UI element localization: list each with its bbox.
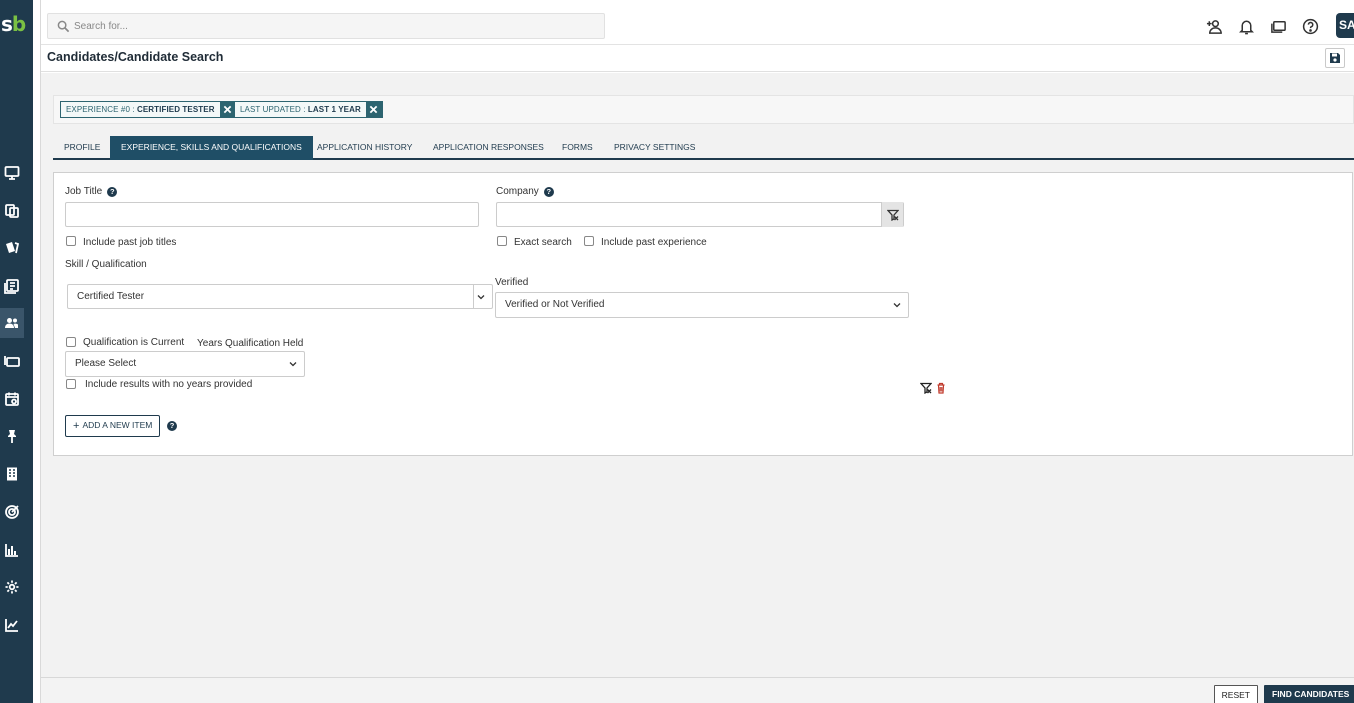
delete-row-trash-icon[interactable] <box>935 382 947 394</box>
tab-experience-skills-qualifications[interactable]: EXPERIENCE, SKILLS AND QUALIFICATIONS <box>110 136 313 160</box>
help-icon[interactable]: ? <box>107 187 118 197</box>
windows-icon[interactable] <box>1268 16 1288 36</box>
years-qualification-held-label: Years Qualification Held <box>197 338 304 349</box>
verified-value: Verified or Not Verified <box>505 299 605 310</box>
exact-search-checkbox[interactable] <box>497 236 507 246</box>
logo-letter-s: s <box>1 12 13 36</box>
skill-qualification-value: Certified Tester <box>77 291 145 302</box>
help-icon[interactable]: ? <box>167 421 177 431</box>
tab-forms[interactable]: FORMS <box>551 136 604 160</box>
main-content: EXPERIENCE #0 : CERTIFIED TESTER LAST UP… <box>41 73 1354 677</box>
help-icon[interactable]: ? <box>543 187 554 197</box>
verified-label: Verified <box>495 277 529 288</box>
nav-documents-icon[interactable] <box>0 196 24 226</box>
verified-select[interactable]: Verified or Not Verified <box>495 292 909 318</box>
save-search-button[interactable] <box>1325 48 1345 68</box>
chevron-down-icon <box>477 295 485 300</box>
action-footer: RESET FIND CANDIDATES <box>41 677 1354 703</box>
years-qualification-held-select[interactable]: Please Select <box>65 351 305 377</box>
title-bar: Candidates/Candidate Search <box>41 45 1354 72</box>
help-circle-icon[interactable] <box>1300 16 1320 36</box>
tab-profile[interactable]: PROFILE <box>53 136 111 160</box>
close-icon <box>370 105 378 114</box>
company-input[interactable] <box>496 202 904 227</box>
search-input[interactable] <box>74 17 594 35</box>
nav-pin-icon[interactable] <box>0 421 24 451</box>
search-tabs: PROFILE EXPERIENCE, SKILLS AND QUALIFICA… <box>53 134 1354 160</box>
top-bar: SA <box>41 6 1354 45</box>
user-avatar[interactable]: SA <box>1336 13 1354 38</box>
nav-target-icon[interactable] <box>0 497 24 527</box>
global-search <box>47 13 605 39</box>
filter-chip-last-updated: LAST UPDATED : LAST 1 YEAR <box>234 101 383 118</box>
search-icon <box>57 20 70 33</box>
chip-value: CERTIFIED TESTER <box>136 105 215 114</box>
experience-form-panel: Job Title? Company? Include past job tit… <box>53 172 1353 456</box>
left-nav: sb <box>0 0 33 703</box>
include-past-experience-label: Include past experience <box>601 237 707 248</box>
skill-qualification-select[interactable]: Certified Tester <box>67 284 493 309</box>
chip-label: EXPERIENCE #0 <box>66 105 130 114</box>
plus-icon: + <box>73 420 80 432</box>
top-icons <box>1204 16 1320 36</box>
job-title-label: Job Title? <box>65 186 118 197</box>
nav-tags-icon[interactable] <box>0 233 24 263</box>
chevron-down-icon <box>893 303 901 308</box>
brand-logo[interactable]: sb <box>0 12 33 40</box>
find-candidates-button[interactable]: FIND CANDIDATES <box>1264 685 1354 703</box>
applied-filters-bar: EXPERIENCE #0 : CERTIFIED TESTER LAST UP… <box>53 95 1354 124</box>
nav-jobs-icon[interactable] <box>0 271 24 301</box>
nav-bar-chart-icon[interactable] <box>0 535 24 565</box>
job-title-input[interactable] <box>65 202 479 227</box>
logo-letter-b: b <box>11 12 26 36</box>
chip-value: LAST 1 YEAR <box>307 105 361 114</box>
company-label: Company? <box>496 186 554 197</box>
include-past-job-titles-checkbox[interactable] <box>66 236 76 246</box>
reset-button[interactable]: RESET <box>1213 685 1258 703</box>
tab-application-history[interactable]: APPLICATION HISTORY <box>306 136 423 160</box>
row-actions <box>920 382 947 394</box>
add-new-item-button[interactable]: + ADD A NEW ITEM <box>65 415 161 437</box>
nav-calendar-icon[interactable] <box>0 384 24 414</box>
add-user-icon[interactable] <box>1204 16 1224 36</box>
qualification-current-label: Qualification is Current <box>83 337 185 348</box>
nav-line-chart-icon[interactable] <box>0 610 24 640</box>
tab-privacy-settings[interactable]: PRIVACY SETTINGS <box>603 136 706 160</box>
filter-chip-experience: EXPERIENCE #0 : CERTIFIED TESTER <box>60 101 237 118</box>
include-past-experience-checkbox[interactable] <box>584 236 594 246</box>
include-no-years-checkbox[interactable] <box>66 379 76 389</box>
nav-candidates-icon[interactable] <box>0 308 24 338</box>
nav-settings-icon[interactable] <box>0 572 24 602</box>
nav-monitor-icon[interactable] <box>0 158 24 188</box>
chevron-down-icon <box>289 362 297 367</box>
remove-filter-last-updated-button[interactable] <box>365 102 382 117</box>
clear-filter-icon <box>886 209 899 221</box>
nav-folders-icon[interactable] <box>0 346 24 376</box>
exact-search-label: Exact search <box>514 237 572 248</box>
include-past-job-titles-label: Include past job titles <box>83 237 177 248</box>
page-title: Candidates/Candidate Search <box>47 50 224 64</box>
tab-application-responses[interactable]: APPLICATION RESPONSES <box>422 136 555 160</box>
company-clear-button[interactable] <box>881 202 903 227</box>
clear-row-icon[interactable] <box>920 382 932 394</box>
skill-qualification-label: Skill / Qualification <box>65 259 147 270</box>
years-qualification-held-value: Please Select <box>75 358 137 369</box>
chip-separator: : <box>300 105 308 114</box>
include-no-years-label: Include results with no years provided <box>85 379 253 390</box>
nav-building-icon[interactable] <box>0 459 24 489</box>
chip-separator: : <box>130 105 137 114</box>
save-disk-icon <box>1330 53 1340 63</box>
close-icon <box>223 105 232 114</box>
qualification-current-checkbox[interactable] <box>66 337 76 347</box>
chip-label: LAST UPDATED <box>240 105 301 114</box>
notifications-bell-icon[interactable] <box>1236 16 1256 36</box>
